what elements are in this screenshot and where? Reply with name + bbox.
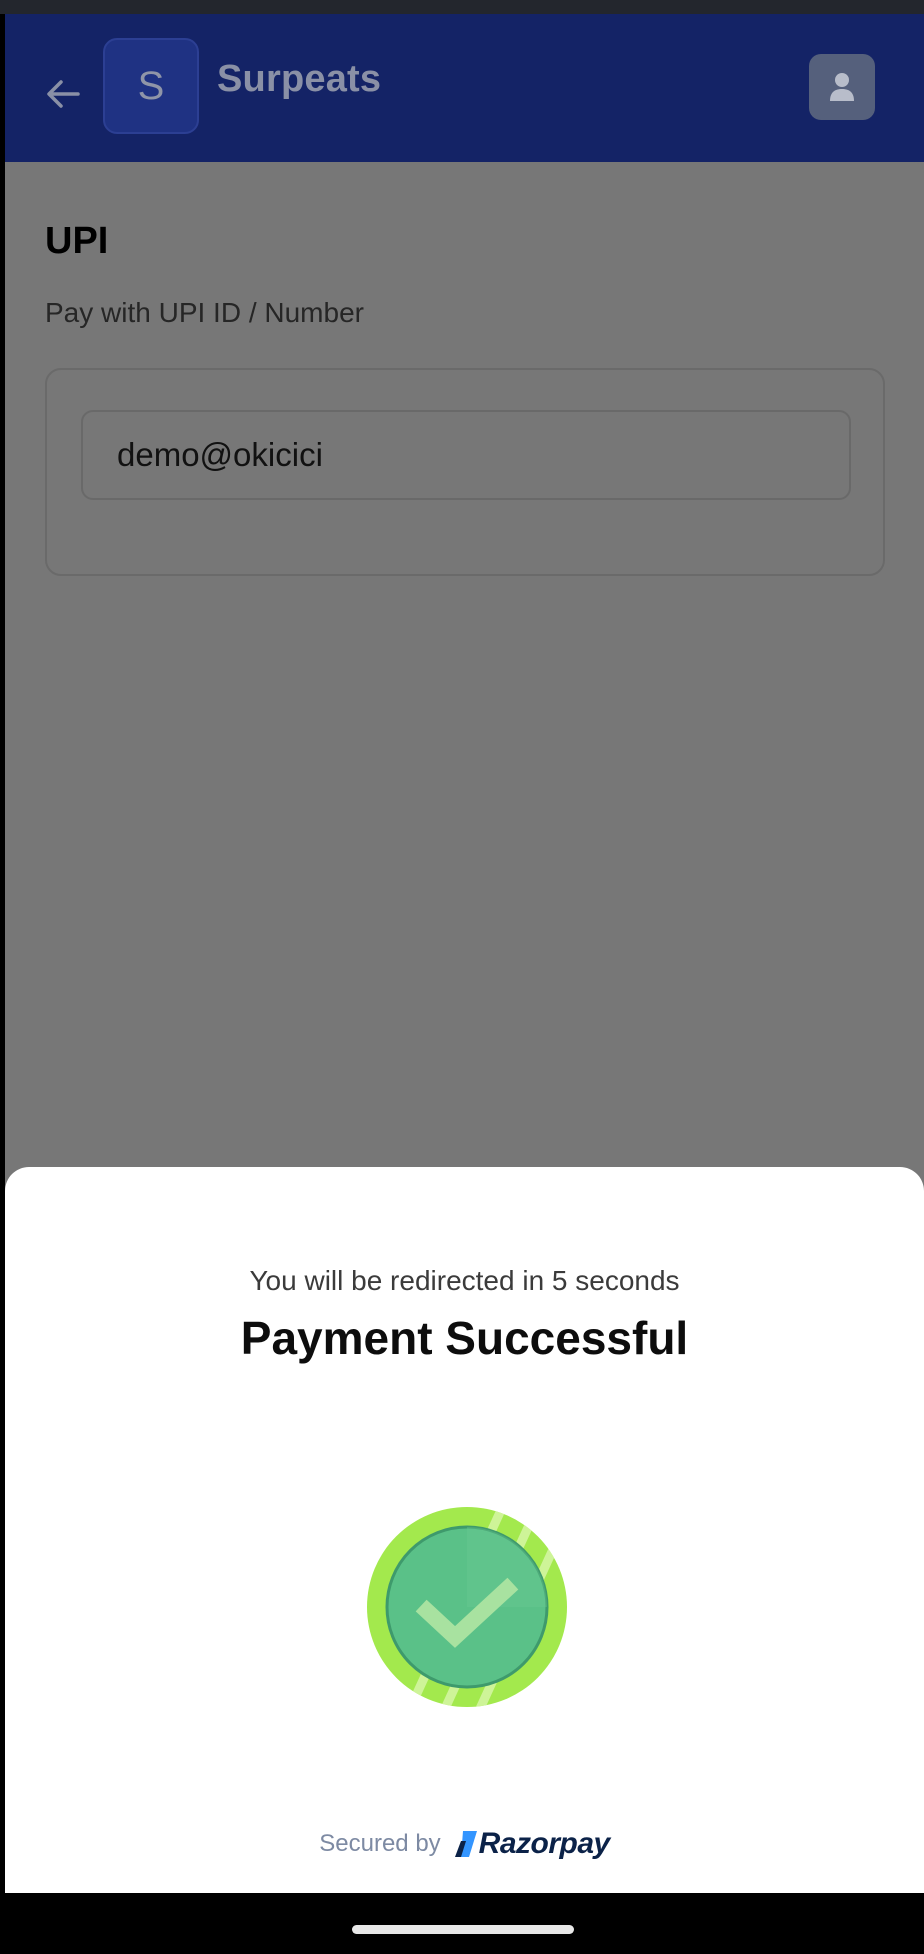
checkout-header: S Surpeats [5,14,924,162]
merchant-initial: S [137,63,165,108]
razorpay-mark-icon [454,1831,477,1857]
arrow-left-icon [47,80,80,108]
status-bar [0,0,924,14]
payment-status-title: Payment Successful [240,1312,689,1364]
upi-id-card [45,368,885,576]
payment-method-subtitle: Pay with UPI ID / Number [45,297,364,328]
merchant-logo: S [103,38,199,134]
payment-result-sheet: You will be redirected in 5 seconds Paym… [5,1167,924,1907]
secured-by-label: Secured by [319,1830,441,1857]
upi-id-input[interactable] [81,410,851,500]
back-button[interactable] [35,66,91,122]
merchant-name: Surpeats [217,58,382,100]
checkout-screen: S Surpeats UPI Pay with UPI ID / Number … [5,14,924,1954]
user-icon [830,73,854,101]
redirect-message: You will be redirected in 5 seconds [249,1265,680,1296]
payment-method-title: UPI [45,220,109,262]
razorpay-logo: Razorpay [454,1827,611,1861]
home-indicator[interactable] [352,1925,574,1934]
profile-button[interactable] [809,54,875,120]
razorpay-wordmark: Razorpay [478,1827,611,1860]
secured-by-row: Secured by Razorpay [5,1827,924,1861]
check-circle-icon [367,1507,567,1707]
upi-payment-section: UPI Pay with UPI ID / Number [5,162,924,1182]
system-navigation-bar [0,1893,924,1954]
